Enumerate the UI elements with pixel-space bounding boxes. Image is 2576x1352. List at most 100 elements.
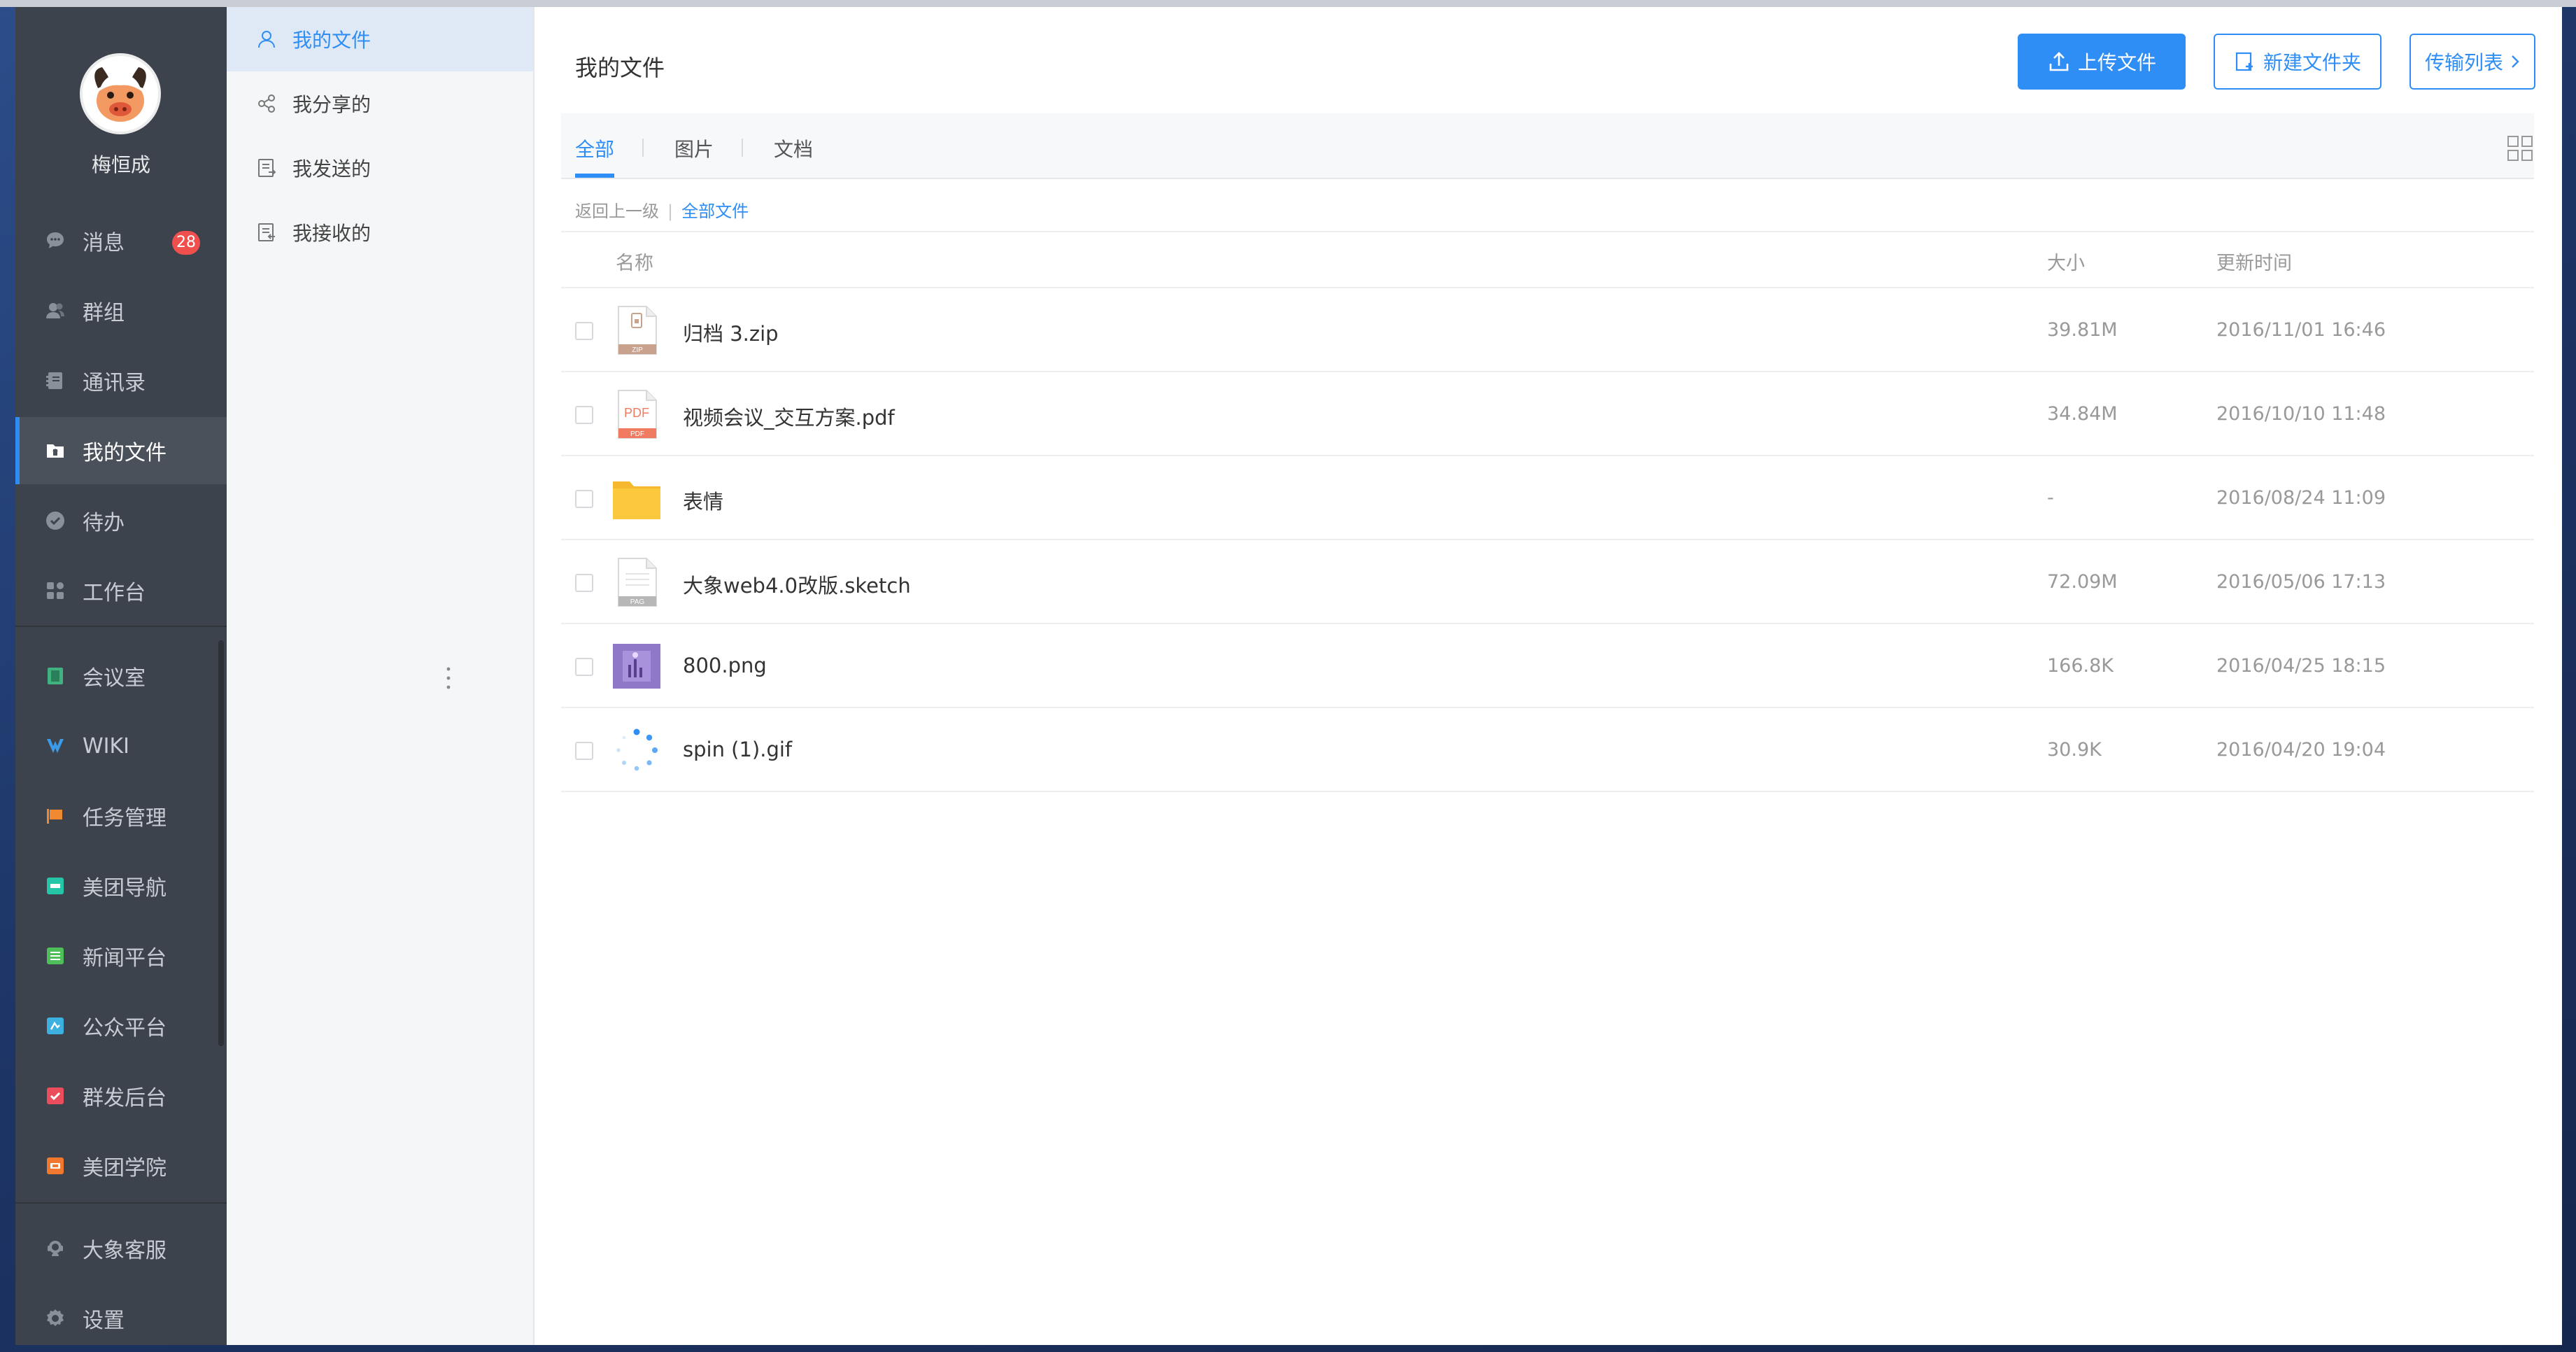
public-app-icon bbox=[45, 1015, 66, 1036]
sub-item-shared[interactable]: 我分享的 bbox=[227, 71, 533, 136]
primary-sidebar: 梅恒成 消息 28 群组 通讯录 我的文件 待办 工作台 会议室 WIKI 任务… bbox=[15, 7, 227, 1345]
file-name[interactable]: 大象web4.0改版.sketch bbox=[683, 570, 911, 599]
file-updated-time: 2016/10/10 11:48 bbox=[2216, 403, 2386, 425]
file-row[interactable]: 表情 - 2016/08/24 11:09 bbox=[561, 456, 2534, 540]
resize-handle-icon[interactable] bbox=[446, 666, 451, 690]
window-top-border bbox=[0, 0, 2576, 7]
row-checkbox[interactable] bbox=[575, 406, 593, 424]
row-checkbox[interactable] bbox=[575, 742, 593, 760]
workbench-grid-icon bbox=[45, 580, 66, 601]
sub-item-my-files[interactable]: 我的文件 bbox=[227, 7, 533, 71]
active-tab-indicator bbox=[575, 174, 614, 178]
meeting-room-icon bbox=[45, 666, 66, 686]
academy-app-icon bbox=[45, 1155, 66, 1176]
nav-item-contacts[interactable]: 通讯录 bbox=[15, 347, 227, 414]
nav-item-broadcast-backend[interactable]: 群发后台 bbox=[15, 1062, 227, 1129]
flag-icon bbox=[45, 805, 66, 826]
new-folder-button-label: 新建文件夹 bbox=[2263, 51, 2361, 74]
zip-file-icon: ZIP bbox=[618, 306, 657, 355]
grid-view-icon[interactable] bbox=[2506, 134, 2534, 162]
file-row[interactable]: 800.png 166.8K 2016/04/25 18:15 bbox=[561, 624, 2534, 708]
nav-item-label: 新闻平台 bbox=[83, 946, 167, 971]
news-app-icon bbox=[45, 945, 66, 966]
nav-item-label: 工作台 bbox=[83, 581, 146, 605]
gear-icon bbox=[45, 1308, 66, 1329]
nav-item-groups[interactable]: 群组 bbox=[15, 277, 227, 344]
upload-button-label: 上传文件 bbox=[2077, 51, 2156, 74]
generic-file-icon: PAG bbox=[618, 558, 657, 607]
nav-item-label: 公众平台 bbox=[83, 1016, 167, 1041]
nav-item-meituan-academy[interactable]: 美团学院 bbox=[15, 1132, 227, 1199]
sub-item-sent[interactable]: 我发送的 bbox=[227, 136, 533, 200]
new-folder-icon bbox=[2234, 50, 2256, 73]
nav-item-task-management[interactable]: 任务管理 bbox=[15, 782, 227, 850]
column-header-name[interactable]: 名称 bbox=[616, 248, 653, 275]
transfer-list-button[interactable]: 传输列表 bbox=[2409, 34, 2535, 90]
divider bbox=[561, 231, 2534, 232]
tab-images[interactable]: 图片 bbox=[674, 134, 714, 162]
nav-item-meituan-nav[interactable]: 美团导航 bbox=[15, 852, 227, 920]
upload-icon bbox=[2047, 50, 2071, 73]
nav-item-label: 消息 bbox=[83, 231, 125, 255]
pdf-file-icon: PDF PDF bbox=[618, 390, 657, 439]
share-icon bbox=[258, 94, 275, 113]
broadcast-app-icon bbox=[45, 1085, 66, 1106]
column-header-time[interactable]: 更新时间 bbox=[2216, 248, 2292, 275]
sub-item-label: 我分享的 bbox=[292, 93, 371, 116]
tab-all[interactable]: 全部 bbox=[575, 134, 614, 162]
file-updated-time: 2016/04/25 18:15 bbox=[2216, 655, 2386, 677]
nav-item-news-platform[interactable]: 新闻平台 bbox=[15, 922, 227, 990]
sidebar-scrollbar[interactable] bbox=[218, 640, 224, 1046]
upload-file-button[interactable]: 上传文件 bbox=[2018, 34, 2186, 90]
nav-item-public-platform[interactable]: 公众平台 bbox=[15, 992, 227, 1059]
file-name[interactable]: 归档 3.zip bbox=[683, 318, 779, 347]
row-checkbox[interactable] bbox=[575, 322, 593, 340]
row-checkbox[interactable] bbox=[575, 574, 593, 592]
image-thumbnail-icon bbox=[613, 644, 660, 689]
nav-item-customer-service[interactable]: 大象客服 bbox=[15, 1215, 227, 1282]
nav-item-todo[interactable]: 待办 bbox=[15, 487, 227, 554]
new-folder-button[interactable]: 新建文件夹 bbox=[2214, 34, 2382, 90]
file-updated-time: 2016/04/20 19:04 bbox=[2216, 739, 2386, 761]
nav-item-label: 大象客服 bbox=[83, 1239, 167, 1263]
file-row[interactable]: ZIP 归档 3.zip 39.81M 2016/11/01 16:46 bbox=[561, 288, 2534, 372]
contacts-book-icon bbox=[45, 370, 66, 391]
file-size: - bbox=[2047, 487, 2054, 509]
file-name[interactable]: spin (1).gif bbox=[683, 738, 792, 761]
sub-item-received[interactable]: 我接收的 bbox=[227, 200, 533, 265]
chat-bubble-icon bbox=[45, 230, 66, 251]
nav-item-settings[interactable]: 设置 bbox=[15, 1285, 227, 1345]
nav-item-label: 任务管理 bbox=[83, 806, 167, 831]
file-row[interactable]: PAG 大象web4.0改版.sketch 72.09M 2016/05/06 … bbox=[561, 540, 2534, 624]
sub-item-label: 我接收的 bbox=[292, 222, 371, 245]
file-size: 30.9K bbox=[2047, 739, 2102, 761]
avatar[interactable] bbox=[80, 53, 161, 134]
file-size: 34.84M bbox=[2047, 403, 2118, 425]
nav-item-label: 群组 bbox=[83, 301, 125, 325]
back-link[interactable]: 返回上一级 bbox=[575, 202, 659, 221]
row-checkbox[interactable] bbox=[575, 490, 593, 508]
tab-documents[interactable]: 文档 bbox=[774, 134, 813, 162]
file-name[interactable]: 表情 bbox=[683, 486, 723, 515]
nav-item-workbench[interactable]: 工作台 bbox=[15, 557, 227, 624]
transfer-list-label: 传输列表 bbox=[2424, 51, 2503, 74]
file-name[interactable]: 视频会议_交互方案.pdf bbox=[683, 402, 895, 431]
nav-item-meeting-room[interactable]: 会议室 bbox=[15, 642, 227, 710]
filter-tabs: 全部 图片 文档 bbox=[561, 113, 2534, 179]
nav-item-my-files[interactable]: 我的文件 bbox=[15, 417, 227, 484]
nav-item-wiki[interactable]: WIKI bbox=[15, 712, 227, 780]
file-size: 39.81M bbox=[2047, 319, 2118, 341]
file-row[interactable]: spin (1).gif 30.9K 2016/04/20 19:04 bbox=[561, 708, 2534, 792]
row-checkbox[interactable] bbox=[575, 658, 593, 676]
pdf-label: PDF bbox=[624, 406, 649, 420]
file-name[interactable]: 800.png bbox=[683, 654, 767, 677]
sub-item-label: 我的文件 bbox=[292, 29, 371, 52]
breadcrumb-current[interactable]: 全部文件 bbox=[681, 202, 749, 221]
column-header-size[interactable]: 大小 bbox=[2047, 248, 2085, 275]
nav-item-label: 我的文件 bbox=[83, 441, 167, 465]
file-row[interactable]: PDF PDF 视频会议_交互方案.pdf 34.84M 2016/10/10 … bbox=[561, 372, 2534, 456]
file-updated-time: 2016/11/01 16:46 bbox=[2216, 319, 2386, 341]
nav-item-messages[interactable]: 消息 28 bbox=[15, 207, 227, 274]
file-updated-time: 2016/08/24 11:09 bbox=[2216, 487, 2386, 509]
nav-app-icon bbox=[45, 875, 66, 896]
